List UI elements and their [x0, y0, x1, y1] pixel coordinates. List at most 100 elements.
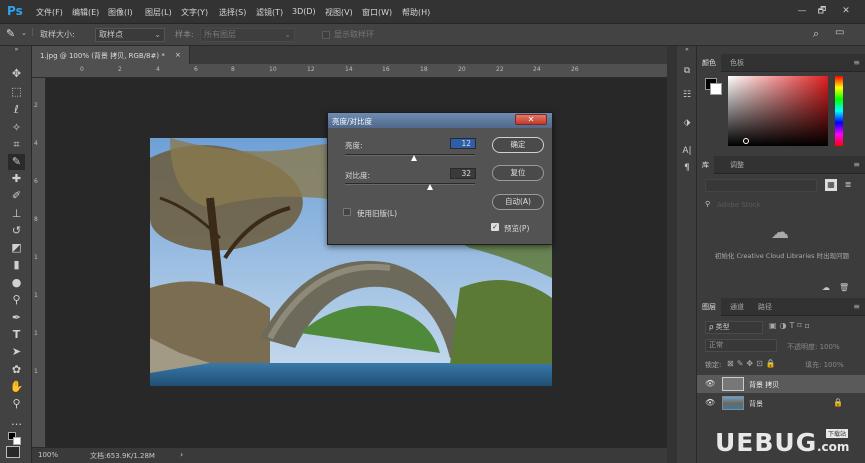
- eye-icon[interactable]: 👁: [705, 398, 715, 407]
- contrast-input[interactable]: 32: [450, 168, 476, 179]
- contrast-slider-thumb[interactable]: [427, 184, 433, 190]
- tab-color[interactable]: 颜色: [697, 54, 721, 72]
- restore-button[interactable]: 🗗: [814, 4, 830, 18]
- dodge-tool-icon[interactable]: ⚲: [8, 292, 25, 308]
- collapse-icon[interactable]: »: [8, 46, 25, 54]
- brightness-input[interactable]: 12: [450, 138, 476, 149]
- grid-view-icon[interactable]: ▦: [825, 179, 837, 191]
- shape-tool-icon[interactable]: ✿: [8, 362, 25, 378]
- layer-kind-filter[interactable]: ρ 类型: [705, 321, 763, 334]
- panel-menu-icon[interactable]: ≡: [853, 302, 860, 311]
- layer-filter-icons[interactable]: ▣◑T⌑▫: [769, 321, 813, 330]
- menu-view[interactable]: 视图(V): [325, 7, 353, 18]
- cloud-sync-icon[interactable]: ☁: [822, 283, 830, 292]
- healing-brush-tool-icon[interactable]: ✚: [8, 171, 25, 187]
- expand-icon[interactable]: «: [679, 46, 695, 54]
- close-window-button[interactable]: ✕: [838, 4, 854, 18]
- quick-mask-icon[interactable]: [6, 446, 20, 458]
- menu-window[interactable]: 窗口(W): [362, 7, 392, 18]
- fill-field[interactable]: 填充: 100%: [805, 360, 844, 370]
- brightness-slider-thumb[interactable]: [411, 155, 417, 161]
- brush-settings-icon[interactable]: ⬗: [679, 116, 695, 130]
- panel-menu-icon[interactable]: ≡: [853, 58, 860, 67]
- hand-tool-icon[interactable]: ✋: [8, 379, 25, 395]
- workspace-icon[interactable]: ▭: [835, 27, 844, 38]
- menu-edit[interactable]: 编辑(E): [72, 7, 99, 18]
- tab-layers[interactable]: 图层: [697, 298, 721, 316]
- stamp-tool-icon[interactable]: ⊥: [8, 206, 25, 222]
- tab-paths[interactable]: 路径: [753, 298, 777, 316]
- tab-channels[interactable]: 通道: [725, 298, 749, 316]
- trash-icon[interactable]: 🗑: [839, 283, 849, 292]
- path-select-tool-icon[interactable]: ➤: [8, 344, 25, 360]
- lock-icons[interactable]: ⊠✎✥⊡🔒: [727, 359, 779, 368]
- layer-name[interactable]: 背景 拷贝: [749, 380, 779, 390]
- dialog-close-button[interactable]: ✕: [515, 114, 547, 125]
- chevron-down-icon[interactable]: ⌄: [21, 29, 27, 37]
- sample-select[interactable]: 所有图层 ⌄: [200, 28, 295, 42]
- paragraph-icon[interactable]: ¶: [679, 161, 695, 175]
- status-arrow-icon[interactable]: ›: [180, 450, 183, 459]
- marquee-tool-icon[interactable]: ⬚: [8, 84, 25, 100]
- lasso-tool-icon[interactable]: ℓ: [8, 102, 25, 118]
- document-tab[interactable]: 1.jpg @ 100% (背景 拷贝, RGB/8#) * ×: [32, 46, 190, 64]
- library-search-input[interactable]: Adobe Stock: [717, 201, 761, 209]
- menu-layer[interactable]: 图层(L): [145, 7, 172, 18]
- bg-color-chip[interactable]: [710, 83, 722, 95]
- eye-icon[interactable]: 👁: [705, 379, 715, 388]
- layer-row[interactable]: 👁 背景 拷贝: [697, 375, 865, 393]
- auto-button[interactable]: 自动(A): [492, 194, 544, 210]
- color-field[interactable]: [728, 76, 828, 146]
- tab-adjustments[interactable]: 调整: [725, 156, 749, 174]
- eyedropper-tool-icon[interactable]: ✎: [8, 154, 25, 170]
- tab-swatches[interactable]: 色板: [725, 54, 749, 72]
- history-brush-tool-icon[interactable]: ↺: [8, 223, 25, 239]
- legacy-checkbox[interactable]: [343, 208, 351, 216]
- close-tab-icon[interactable]: ×: [175, 51, 181, 59]
- menu-image[interactable]: 图像(I): [108, 7, 133, 18]
- type-tool-icon[interactable]: T: [8, 327, 25, 343]
- list-view-icon[interactable]: ≣: [842, 179, 854, 191]
- menu-file[interactable]: 文件(F): [36, 7, 63, 18]
- zoom-level[interactable]: 100%: [38, 451, 58, 459]
- move-tool-icon[interactable]: ✥: [8, 66, 25, 82]
- gradient-tool-icon[interactable]: ▮: [8, 257, 25, 273]
- menu-filter[interactable]: 滤镜(T): [256, 7, 283, 18]
- menu-3d[interactable]: 3D(D): [292, 7, 316, 16]
- dialog-title-bar[interactable]: 亮度/对比度 ✕: [328, 113, 552, 128]
- brush-tool-icon[interactable]: ✐: [8, 188, 25, 204]
- opacity-field[interactable]: 不透明度: 100%: [787, 342, 840, 352]
- eraser-tool-icon[interactable]: ◩: [8, 240, 25, 256]
- sample-size-select[interactable]: 取样点 ⌄: [95, 28, 165, 42]
- pen-tool-icon[interactable]: ✒: [8, 310, 25, 326]
- minimize-button[interactable]: —: [794, 4, 810, 18]
- history-icon[interactable]: ⧉: [679, 64, 695, 78]
- show-ring-checkbox[interactable]: [322, 31, 330, 39]
- quick-select-tool-icon[interactable]: ✧: [8, 120, 25, 136]
- blend-mode-select[interactable]: 正常: [705, 339, 777, 352]
- color-picker-ring[interactable]: [743, 138, 749, 144]
- eyedropper-icon[interactable]: ✎: [6, 27, 15, 40]
- ok-button[interactable]: 确定: [492, 137, 544, 153]
- panel-menu-icon[interactable]: ≡: [853, 160, 860, 169]
- tab-libraries[interactable]: 库: [697, 156, 714, 174]
- character-icon[interactable]: A|: [679, 144, 695, 158]
- preview-checkbox[interactable]: ✓: [491, 223, 499, 231]
- search-icon[interactable]: ⌕: [813, 27, 819, 41]
- brightness-slider[interactable]: [345, 154, 475, 156]
- library-select[interactable]: [705, 179, 817, 192]
- hue-slider[interactable]: [835, 76, 843, 146]
- contrast-slider[interactable]: [345, 183, 475, 185]
- more-tools-icon[interactable]: …: [8, 414, 25, 430]
- panel-divider[interactable]: [667, 46, 677, 463]
- properties-icon[interactable]: ☷: [679, 88, 695, 102]
- crop-tool-icon[interactable]: ⌗: [8, 137, 25, 153]
- menu-select[interactable]: 选择(S): [219, 7, 246, 18]
- reset-button[interactable]: 复位: [492, 165, 544, 181]
- layer-name[interactable]: 背景: [749, 399, 763, 409]
- zoom-tool-icon[interactable]: ⚲: [8, 396, 25, 412]
- menu-type[interactable]: 文字(Y): [181, 7, 208, 18]
- blur-tool-icon[interactable]: ●: [8, 275, 25, 291]
- menu-help[interactable]: 帮助(H): [402, 7, 430, 18]
- layer-row[interactable]: 👁 背景 🔒: [697, 394, 865, 412]
